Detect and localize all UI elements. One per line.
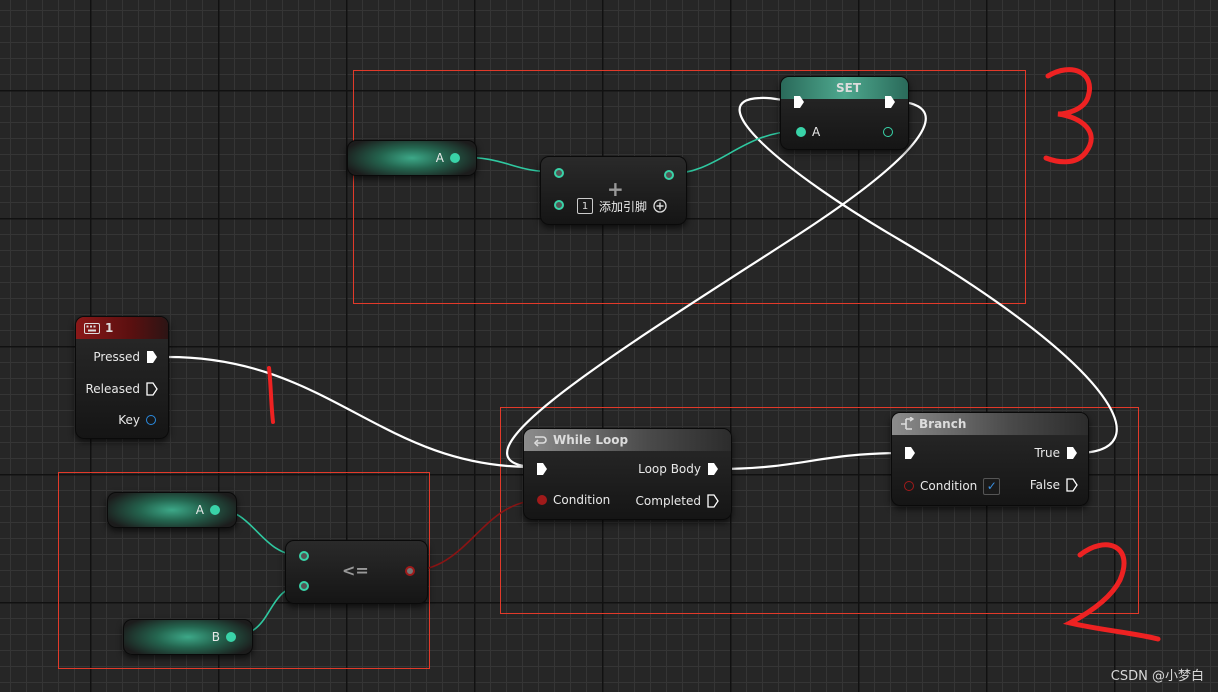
set-node[interactable]: SET A xyxy=(780,76,909,150)
add-input-pin-0[interactable] xyxy=(554,168,564,178)
add-output-pin[interactable] xyxy=(664,170,674,180)
compare-output-pin[interactable] xyxy=(405,566,415,576)
true-label: True xyxy=(1034,446,1061,460)
pressed-exec-pin[interactable] xyxy=(146,350,158,364)
watermark: CSDN @小梦白 xyxy=(1110,669,1204,684)
get-b-label: B xyxy=(211,630,220,644)
loop-body-label: Loop Body xyxy=(638,462,701,476)
key-struct-pin[interactable] xyxy=(146,415,156,425)
annotation-one xyxy=(267,366,275,424)
branch-header[interactable]: Branch xyxy=(892,413,1088,435)
get-a-bottom-pin[interactable] xyxy=(210,505,220,515)
branch-node[interactable]: Branch True Condition ✓ False xyxy=(891,412,1089,506)
branch-title: Branch xyxy=(919,417,967,431)
set-a-output-pin[interactable] xyxy=(883,127,893,137)
key-pin-row: Key xyxy=(118,411,156,429)
while-condition-pin[interactable] xyxy=(537,495,547,505)
released-exec-pin[interactable] xyxy=(146,382,158,396)
released-label: Released xyxy=(85,382,140,396)
exec-wire-loopbody-to-branch xyxy=(717,451,904,471)
while-loop-header[interactable]: While Loop xyxy=(524,429,731,451)
compare-node[interactable]: <= xyxy=(285,540,428,604)
pressed-label: Pressed xyxy=(93,350,140,364)
key-label: Key xyxy=(118,413,140,427)
input-key-header[interactable]: 1 xyxy=(76,317,168,339)
completed-label: Completed xyxy=(635,494,701,508)
get-a-bottom-label: A xyxy=(195,503,204,517)
plus-circle-icon[interactable] xyxy=(653,199,667,213)
get-a-top-pin[interactable] xyxy=(450,153,460,163)
get-b-node[interactable]: B xyxy=(123,619,253,655)
true-exec-pin[interactable] xyxy=(1066,446,1078,460)
add-pin-label[interactable]: 添加引脚 xyxy=(599,198,647,215)
add-node[interactable]: + 1 添加引脚 xyxy=(540,156,687,225)
compare-input-b-pin[interactable] xyxy=(299,581,309,591)
while-condition-label: Condition xyxy=(553,493,611,507)
pressed-pin-row: Pressed xyxy=(93,348,158,366)
input-key-title: 1 xyxy=(105,321,114,335)
false-label: False xyxy=(1029,478,1060,492)
loop-icon xyxy=(533,435,547,447)
add-index-box: 1 xyxy=(577,198,593,214)
set-exec-in-pin[interactable] xyxy=(793,95,805,109)
set-a-input-pin[interactable] xyxy=(796,127,806,137)
get-a-node-top[interactable]: A xyxy=(347,140,477,176)
set-title: SET xyxy=(835,81,862,95)
bool-wire-compare-to-condition xyxy=(407,499,543,572)
released-pin-row: Released xyxy=(85,380,158,398)
branch-exec-in-pin[interactable] xyxy=(904,446,916,460)
branch-condition-label: Condition xyxy=(920,479,978,493)
get-b-pin[interactable] xyxy=(226,632,236,642)
while-loop-title: While Loop xyxy=(553,433,629,447)
loop-body-exec-pin[interactable] xyxy=(707,462,719,476)
input-key-node[interactable]: 1 Pressed Released Key xyxy=(75,316,169,439)
annotation-three xyxy=(1043,67,1094,165)
add-input-pin-1[interactable] xyxy=(554,200,564,210)
get-a-node-bottom[interactable]: A xyxy=(107,492,237,528)
compare-input-a-pin[interactable] xyxy=(299,551,309,561)
set-exec-out-pin[interactable] xyxy=(884,95,896,109)
while-loop-exec-in-pin[interactable] xyxy=(536,462,548,476)
keyboard-icon xyxy=(84,322,100,334)
checkmark-icon[interactable]: ✓ xyxy=(983,477,1001,495)
completed-exec-pin[interactable] xyxy=(707,494,719,508)
branch-icon xyxy=(901,417,914,430)
branch-condition-pin[interactable] xyxy=(904,481,914,491)
false-exec-pin[interactable] xyxy=(1066,478,1078,492)
set-a-label: A xyxy=(812,125,821,139)
get-a-top-label: A xyxy=(435,151,444,165)
annotation-two xyxy=(1062,542,1161,642)
while-loop-node[interactable]: While Loop Loop Body Condition Completed xyxy=(523,428,732,520)
compare-symbol: <= xyxy=(342,561,369,580)
exec-wire-pressed-to-whileloop xyxy=(167,355,533,469)
